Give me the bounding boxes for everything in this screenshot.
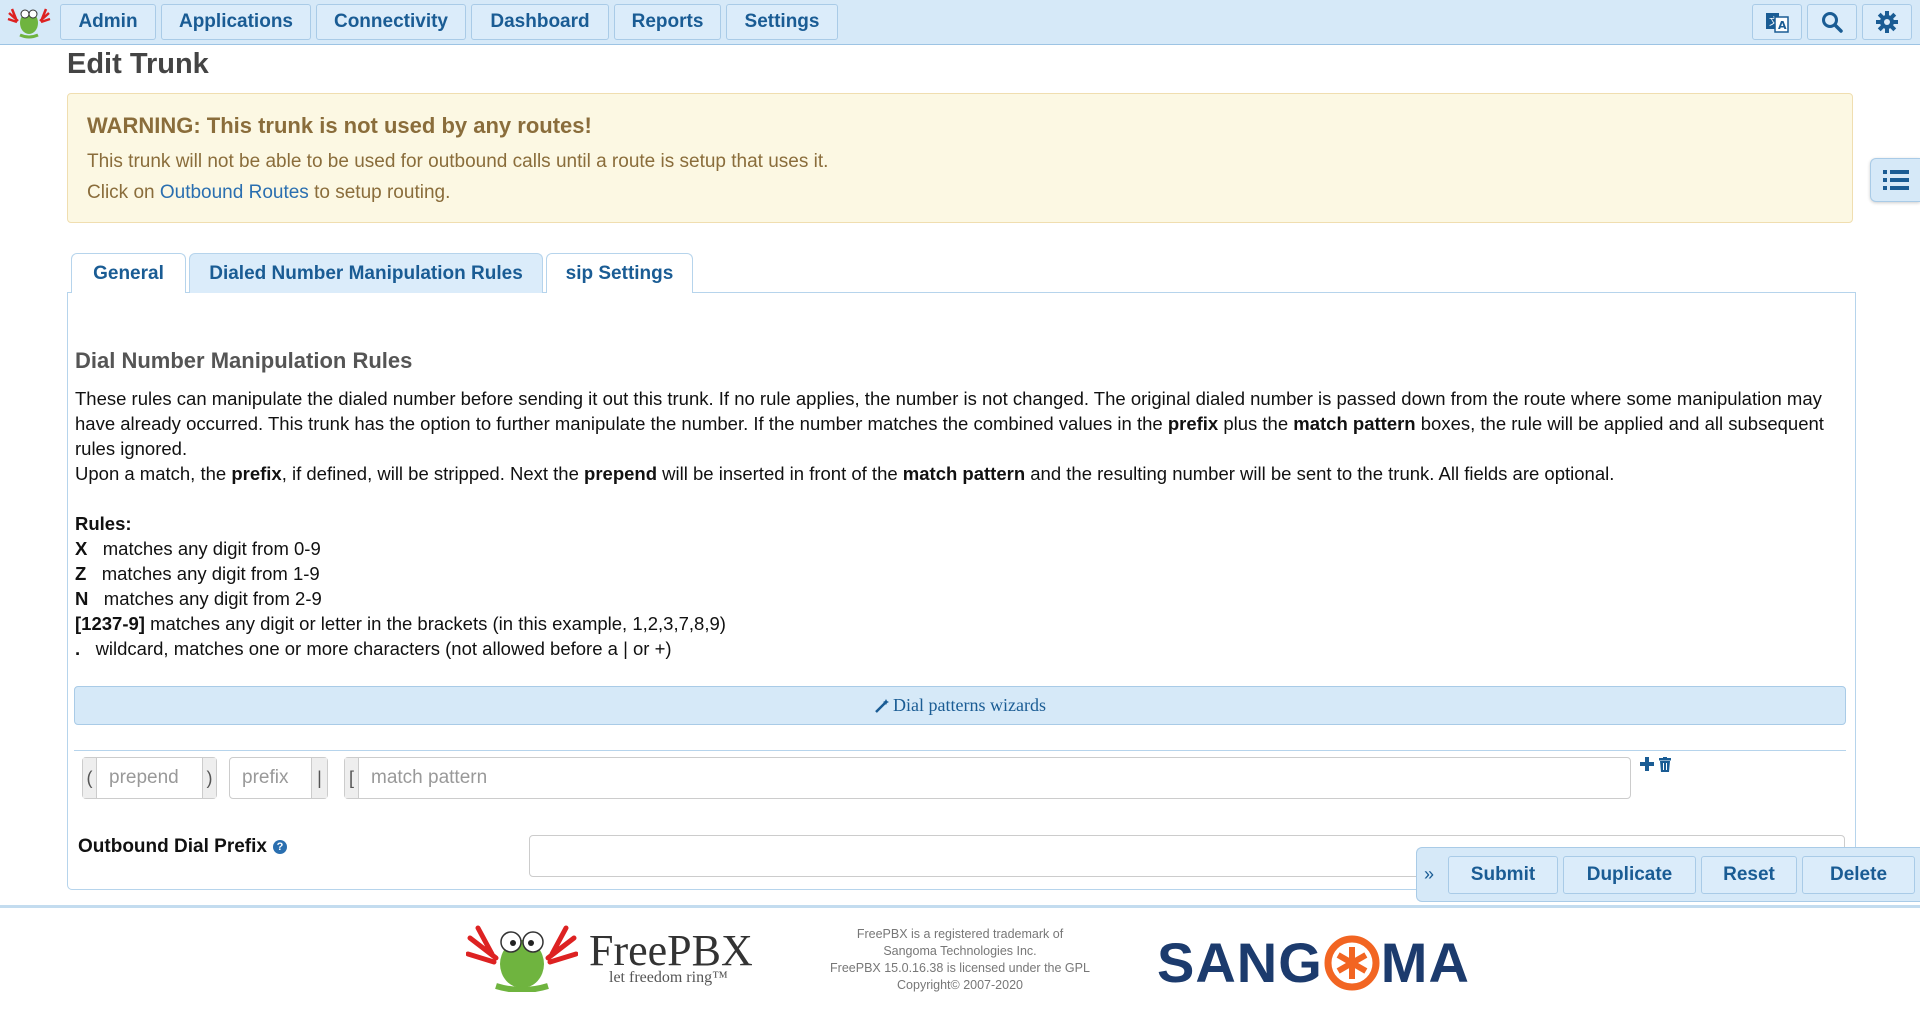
footer-line-4: Copyright© 2007-2020 [897, 978, 1023, 992]
prepend-input-group: ( prepend ) [82, 757, 217, 799]
nav-applications[interactable]: Applications [161, 4, 311, 40]
prepend-placeholder: prepend [109, 767, 179, 788]
desc-bold: match pattern [902, 463, 1026, 484]
gear-icon [1876, 11, 1898, 33]
desc-bold: prepend [584, 463, 658, 484]
footer-line-2: Sangoma Technologies Inc. [883, 944, 1037, 958]
settings-button[interactable] [1862, 4, 1912, 40]
page-title: Edit Trunk [67, 48, 209, 80]
language-icon: 文 A [1766, 13, 1789, 33]
nav-reports[interactable]: Reports [614, 4, 721, 40]
prefix-input[interactable]: prefix [230, 758, 311, 798]
desc-bold: prefix [1167, 413, 1219, 434]
footer-divider [0, 905, 1920, 908]
plus-icon[interactable] [1640, 757, 1654, 771]
rules-title: Rules: [75, 513, 132, 534]
delete-button[interactable]: Delete [1802, 856, 1915, 894]
footer-legal: FreePBX is a registered trademark of San… [820, 926, 1100, 994]
nav-admin[interactable]: Admin [60, 4, 156, 40]
close-paren: ) [202, 758, 216, 798]
rule-key: [1237-9] [75, 613, 145, 634]
svg-text:A: A [1778, 19, 1787, 32]
prefix-placeholder: prefix [242, 767, 289, 788]
list-icon [1882, 170, 1909, 190]
dial-patterns-wizard-button[interactable]: Dial patterns wizards [74, 686, 1846, 725]
warning-line-2: Click on Outbound Routes to setup routin… [87, 182, 450, 204]
freepbx-logo-icon[interactable] [6, 5, 52, 39]
magic-wand-icon [875, 698, 890, 713]
rule-text: matches any digit from 1-9 [101, 563, 320, 584]
top-navbar: Admin Applications Connectivity Dashboar… [0, 0, 1920, 45]
outbound-dial-prefix-label: Outbound Dial Prefix? [78, 836, 287, 858]
desc-text: will be inserted in front of the [662, 463, 898, 484]
warning-line-2-post: to setup routing. [314, 182, 451, 203]
tab-dialed-number-manipulation-rules[interactable]: Dialed Number Manipulation Rules [189, 253, 543, 293]
match-pattern-input[interactable]: match pattern [359, 758, 1630, 798]
collapse-chevron-icon[interactable]: » [1424, 864, 1434, 885]
section-description: These rules can manipulate the dialed nu… [75, 386, 1845, 486]
prepend-input[interactable]: prepend [97, 758, 202, 798]
pattern-divider [74, 750, 1846, 751]
sangoma-star-icon [1324, 935, 1380, 990]
sangoma-logo: SANG MA [1157, 930, 1470, 995]
warning-alert: WARNING: This trunk is not used by any r… [67, 93, 1853, 223]
rule-key: Z [75, 563, 87, 584]
footer-line-3: FreePBX 15.0.16.38 is licensed under the… [830, 961, 1090, 975]
rules-list: Rules: X matches any digit from 0-9 Z ma… [75, 511, 726, 661]
tab-general[interactable]: General [71, 253, 186, 293]
warning-title: WARNING: This trunk is not used by any r… [87, 113, 592, 138]
freepbx-tagline: let freedom ring™ [609, 969, 728, 986]
desc-text: , if defined, will be stripped. Next the [281, 463, 579, 484]
reset-button[interactable]: Reset [1701, 856, 1797, 894]
rule-key: N [75, 588, 89, 609]
pattern-row-actions [1640, 757, 1672, 772]
footer-line-1: FreePBX is a registered trademark of [856, 927, 1064, 941]
sidebar-toggle-button[interactable] [1870, 158, 1920, 202]
prefix-input-group: prefix | [229, 757, 328, 799]
outbound-dial-prefix-text: Outbound Dial Prefix [78, 836, 267, 857]
nav-connectivity[interactable]: Connectivity [316, 4, 466, 40]
rule-key: . [75, 638, 81, 659]
tab-sip-settings[interactable]: sip Settings [546, 253, 693, 293]
rule-key: X [75, 538, 88, 559]
rule-text: wildcard, matches one or more characters… [95, 638, 672, 659]
search-button[interactable] [1807, 4, 1857, 40]
nav-dashboard[interactable]: Dashboard [471, 4, 609, 40]
wizard-label: Dial patterns wizards [893, 695, 1046, 715]
trash-icon[interactable] [1658, 757, 1672, 772]
pipe-separator: | [311, 758, 327, 798]
sangoma-text-a: SANG [1157, 931, 1323, 994]
warning-line-2-pre: Click on [87, 182, 155, 203]
rule-text: matches any digit from 2-9 [103, 588, 322, 609]
open-paren: ( [83, 758, 97, 798]
freepbx-frog-logo-icon [466, 925, 578, 992]
rule-text: matches any digit from 0-9 [102, 538, 321, 559]
language-button[interactable]: 文 A [1752, 4, 1802, 40]
desc-bold: match pattern [1293, 413, 1416, 434]
warning-line-1: This trunk will not be able to be used f… [87, 151, 829, 172]
match-pattern-placeholder: match pattern [371, 767, 488, 788]
desc-text: plus the [1223, 413, 1289, 434]
desc-text: and the resulting number will be sent to… [1030, 463, 1615, 484]
nav-settings[interactable]: Settings [726, 4, 838, 40]
duplicate-button[interactable]: Duplicate [1563, 856, 1696, 894]
section-title: Dial Number Manipulation Rules [75, 348, 413, 373]
rule-text: matches any digit or letter in the brack… [150, 613, 726, 634]
search-icon [1822, 12, 1843, 33]
desc-text: Upon a match, the [75, 463, 227, 484]
desc-bold: prefix [231, 463, 282, 484]
open-bracket: [ [345, 758, 359, 798]
outbound-routes-link[interactable]: Outbound Routes [160, 182, 309, 203]
help-icon[interactable]: ? [272, 839, 287, 854]
sangoma-text-b: MA [1380, 931, 1470, 994]
match-pattern-input-group: [ match pattern [344, 757, 1631, 799]
action-bar: » Submit Duplicate Reset Delete [1416, 847, 1920, 902]
submit-button[interactable]: Submit [1448, 856, 1558, 894]
